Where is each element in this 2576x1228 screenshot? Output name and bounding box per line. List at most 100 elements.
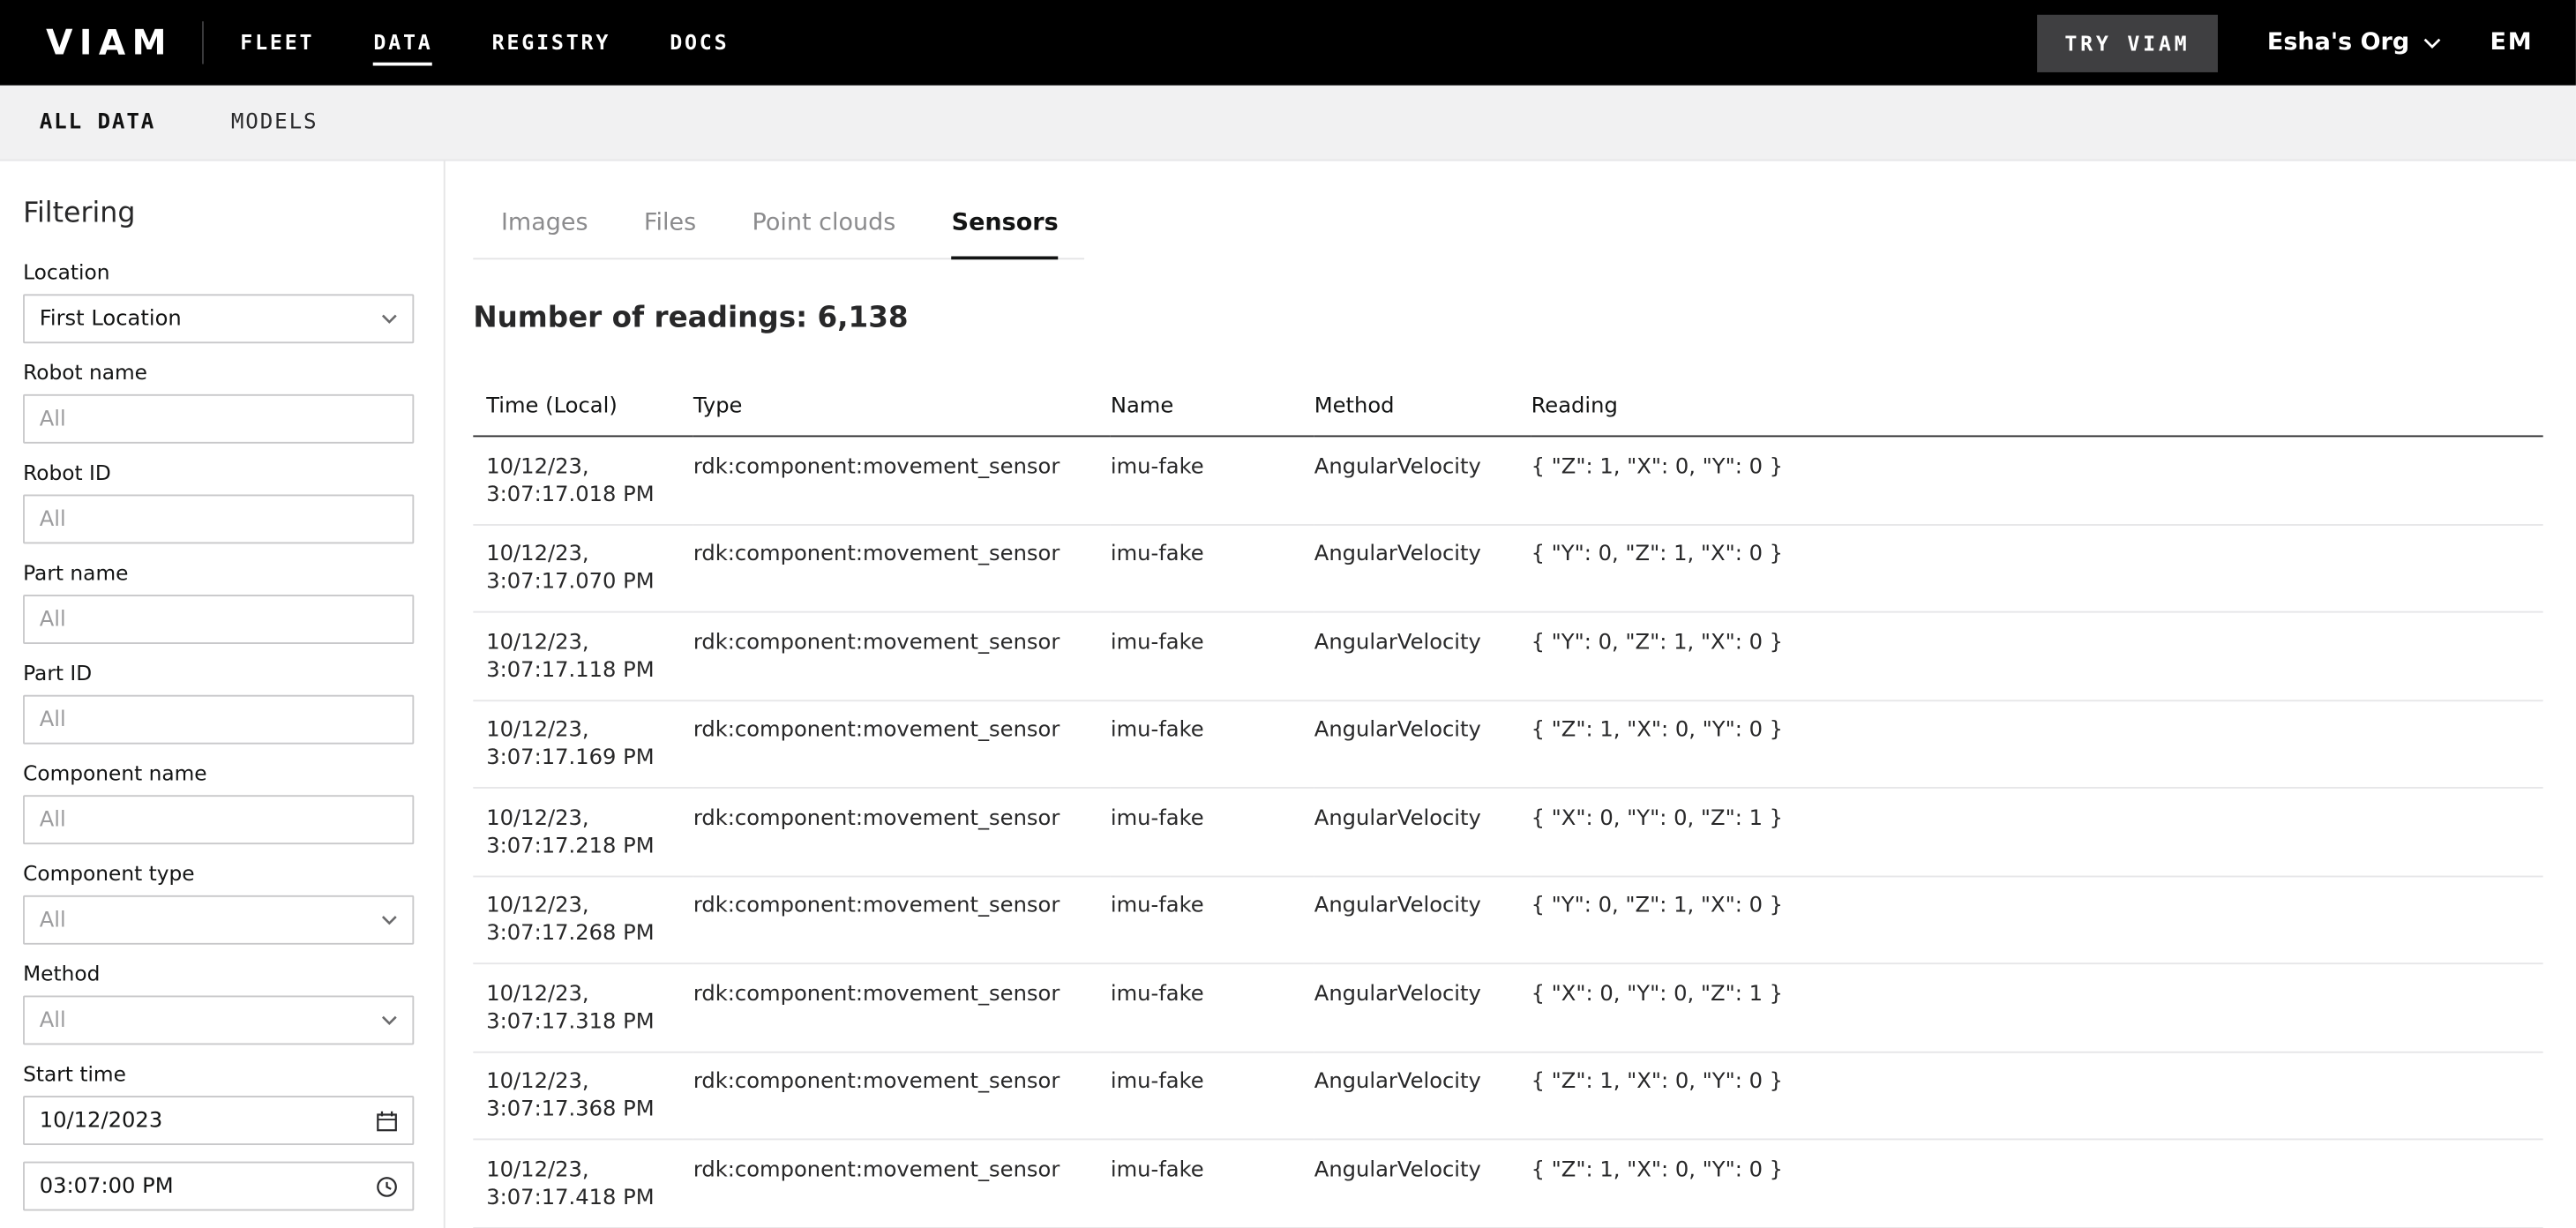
cell-name: imu-fake bbox=[1111, 612, 1314, 700]
select-value: First Location bbox=[40, 306, 182, 331]
col-header-reading: Reading bbox=[1531, 394, 2543, 436]
cell-reading: { "X": 0, "Y": 0, "Z": 1 } bbox=[1531, 963, 2543, 1052]
table-row[interactable]: 10/12/23, 3:07:17.118 PM rdk:component:m… bbox=[473, 612, 2542, 700]
cell-name: imu-fake bbox=[1111, 876, 1314, 964]
nav-item-data[interactable]: DATA bbox=[373, 19, 432, 65]
filter-field-robot-name: Robot name bbox=[23, 360, 417, 444]
cell-reading: { "X": 0, "Y": 0, "Z": 1 } bbox=[1531, 788, 2543, 876]
tab-files[interactable]: Files bbox=[644, 200, 696, 258]
viam-data-app: VIAM FLEET DATA REGISTRY DOCS TRY VIAM E… bbox=[0, 0, 2576, 1228]
cell-time: 10/12/23, 3:07:17.118 PM bbox=[473, 612, 693, 700]
tab-point-clouds[interactable]: Point clouds bbox=[753, 200, 896, 258]
cell-time: 10/12/23, 3:07:17.368 PM bbox=[473, 1052, 693, 1140]
col-header-name: Name bbox=[1111, 394, 1314, 436]
tab-all-data[interactable]: ALL DATA bbox=[40, 110, 156, 135]
select-value: All bbox=[40, 908, 66, 932]
readings-count: Number of readings: 6,138 bbox=[473, 303, 2542, 335]
cell-reading: { "Z": 1, "X": 0, "Y": 0 } bbox=[1531, 1052, 2543, 1140]
filter-field-start-time-clock: 03:07:00 PM bbox=[23, 1162, 417, 1211]
org-switcher[interactable]: Esha's Org bbox=[2267, 30, 2441, 56]
clock-icon bbox=[376, 1175, 397, 1196]
cell-name: imu-fake bbox=[1111, 436, 1314, 524]
cell-time-clock: 3:07:17.318 PM bbox=[486, 1007, 683, 1036]
cell-reading: { "Y": 0, "Z": 1, "X": 0 } bbox=[1531, 876, 2543, 964]
viam-logo[interactable]: VIAM bbox=[46, 23, 173, 63]
nav-item-fleet[interactable]: FLEET bbox=[240, 19, 314, 65]
cell-reading: { "Z": 1, "X": 0, "Y": 0 } bbox=[1531, 700, 2543, 788]
chevron-down-icon bbox=[381, 1015, 398, 1025]
cell-time-date: 10/12/23, bbox=[486, 1156, 683, 1184]
cell-method: AngularVelocity bbox=[1314, 963, 1531, 1052]
filter-field-part-id: Part ID bbox=[23, 661, 417, 745]
cell-method: AngularVelocity bbox=[1314, 524, 1531, 612]
tab-models[interactable]: MODELS bbox=[231, 110, 318, 135]
table-row[interactable]: 10/12/23, 3:07:17.368 PM rdk:component:m… bbox=[473, 1052, 2542, 1140]
sensor-readings-table: Time (Local) Type Name Method Reading 10… bbox=[473, 394, 2542, 1228]
table-row[interactable]: 10/12/23, 3:07:17.070 PM rdk:component:m… bbox=[473, 524, 2542, 612]
robot-id-input[interactable] bbox=[23, 495, 414, 544]
table-row[interactable]: 10/12/23, 3:07:17.218 PM rdk:component:m… bbox=[473, 788, 2542, 876]
cell-type: rdk:component:movement_sensor bbox=[693, 436, 1111, 524]
cell-reading: { "Y": 0, "Z": 1, "X": 0 } bbox=[1531, 524, 2543, 612]
table-row[interactable]: 10/12/23, 3:07:17.418 PM rdk:component:m… bbox=[473, 1139, 2542, 1227]
table-header: Time (Local) Type Name Method Reading bbox=[473, 394, 2542, 436]
filter-field-component-type: Component type All bbox=[23, 861, 417, 945]
start-time-input[interactable]: 03:07:00 PM bbox=[23, 1162, 414, 1211]
filter-field-part-name: Part name bbox=[23, 560, 417, 644]
cell-name: imu-fake bbox=[1111, 963, 1314, 1052]
cell-time: 10/12/23, 3:07:17.070 PM bbox=[473, 524, 693, 612]
cell-type: rdk:component:movement_sensor bbox=[693, 1052, 1111, 1140]
location-select[interactable]: First Location bbox=[23, 294, 414, 343]
cell-type: rdk:component:movement_sensor bbox=[693, 963, 1111, 1052]
org-name: Esha's Org bbox=[2267, 30, 2409, 56]
robot-name-input[interactable] bbox=[23, 394, 414, 444]
filter-field-method: Method All bbox=[23, 961, 417, 1045]
cell-name: imu-fake bbox=[1111, 1139, 1314, 1227]
try-viam-button[interactable]: TRY VIAM bbox=[2037, 14, 2218, 71]
cell-time-clock: 3:07:17.118 PM bbox=[486, 656, 683, 685]
method-select[interactable]: All bbox=[23, 995, 414, 1045]
navbar-right: TRY VIAM Esha's Org EM bbox=[2037, 14, 2534, 71]
cell-type: rdk:component:movement_sensor bbox=[693, 788, 1111, 876]
col-header-type: Type bbox=[693, 394, 1111, 436]
table-row[interactable]: 10/12/23, 3:07:17.268 PM rdk:component:m… bbox=[473, 876, 2542, 964]
cell-name: imu-fake bbox=[1111, 700, 1314, 788]
user-avatar-initials[interactable]: EM bbox=[2490, 30, 2533, 56]
field-label: Start time bbox=[23, 1061, 417, 1086]
cell-reading: { "Z": 1, "X": 0, "Y": 0 } bbox=[1531, 1139, 2543, 1227]
cell-time: 10/12/23, 3:07:17.018 PM bbox=[473, 436, 693, 524]
cell-method: AngularVelocity bbox=[1314, 1139, 1531, 1227]
cell-time: 10/12/23, 3:07:17.169 PM bbox=[473, 700, 693, 788]
cell-method: AngularVelocity bbox=[1314, 436, 1531, 524]
part-name-input[interactable] bbox=[23, 595, 414, 644]
cell-type: rdk:component:movement_sensor bbox=[693, 700, 1111, 788]
cell-type: rdk:component:movement_sensor bbox=[693, 524, 1111, 612]
table-row[interactable]: 10/12/23, 3:07:17.318 PM rdk:component:m… bbox=[473, 963, 2542, 1052]
field-label: Component type bbox=[23, 861, 417, 886]
field-label: Part ID bbox=[23, 661, 417, 685]
time-value: 03:07:00 PM bbox=[40, 1174, 174, 1199]
part-id-input[interactable] bbox=[23, 695, 414, 745]
tab-images[interactable]: Images bbox=[501, 200, 588, 258]
cell-name: imu-fake bbox=[1111, 788, 1314, 876]
field-label: Robot ID bbox=[23, 460, 417, 484]
cell-time-clock: 3:07:17.268 PM bbox=[486, 920, 683, 948]
start-date-input[interactable]: 10/12/2023 bbox=[23, 1096, 414, 1145]
col-header-time: Time (Local) bbox=[473, 394, 693, 436]
calendar-icon bbox=[376, 1110, 397, 1131]
nav-item-docs[interactable]: DOCS bbox=[670, 19, 729, 65]
cell-time: 10/12/23, 3:07:17.268 PM bbox=[473, 876, 693, 964]
cell-method: AngularVelocity bbox=[1314, 700, 1531, 788]
table-row[interactable]: 10/12/23, 3:07:17.018 PM rdk:component:m… bbox=[473, 436, 2542, 524]
cell-time-date: 10/12/23, bbox=[486, 805, 683, 833]
cell-type: rdk:component:movement_sensor bbox=[693, 1139, 1111, 1227]
main-nav: FLEET DATA REGISTRY DOCS bbox=[240, 19, 729, 65]
tab-sensors[interactable]: Sensors bbox=[952, 200, 1059, 258]
cell-name: imu-fake bbox=[1111, 1052, 1314, 1140]
component-type-select[interactable]: All bbox=[23, 895, 414, 945]
cell-time: 10/12/23, 3:07:17.218 PM bbox=[473, 788, 693, 876]
nav-item-registry[interactable]: REGISTRY bbox=[492, 19, 610, 65]
table-row[interactable]: 10/12/23, 3:07:17.169 PM rdk:component:m… bbox=[473, 700, 2542, 788]
component-name-input[interactable] bbox=[23, 795, 414, 844]
cell-time-date: 10/12/23, bbox=[486, 1067, 683, 1096]
